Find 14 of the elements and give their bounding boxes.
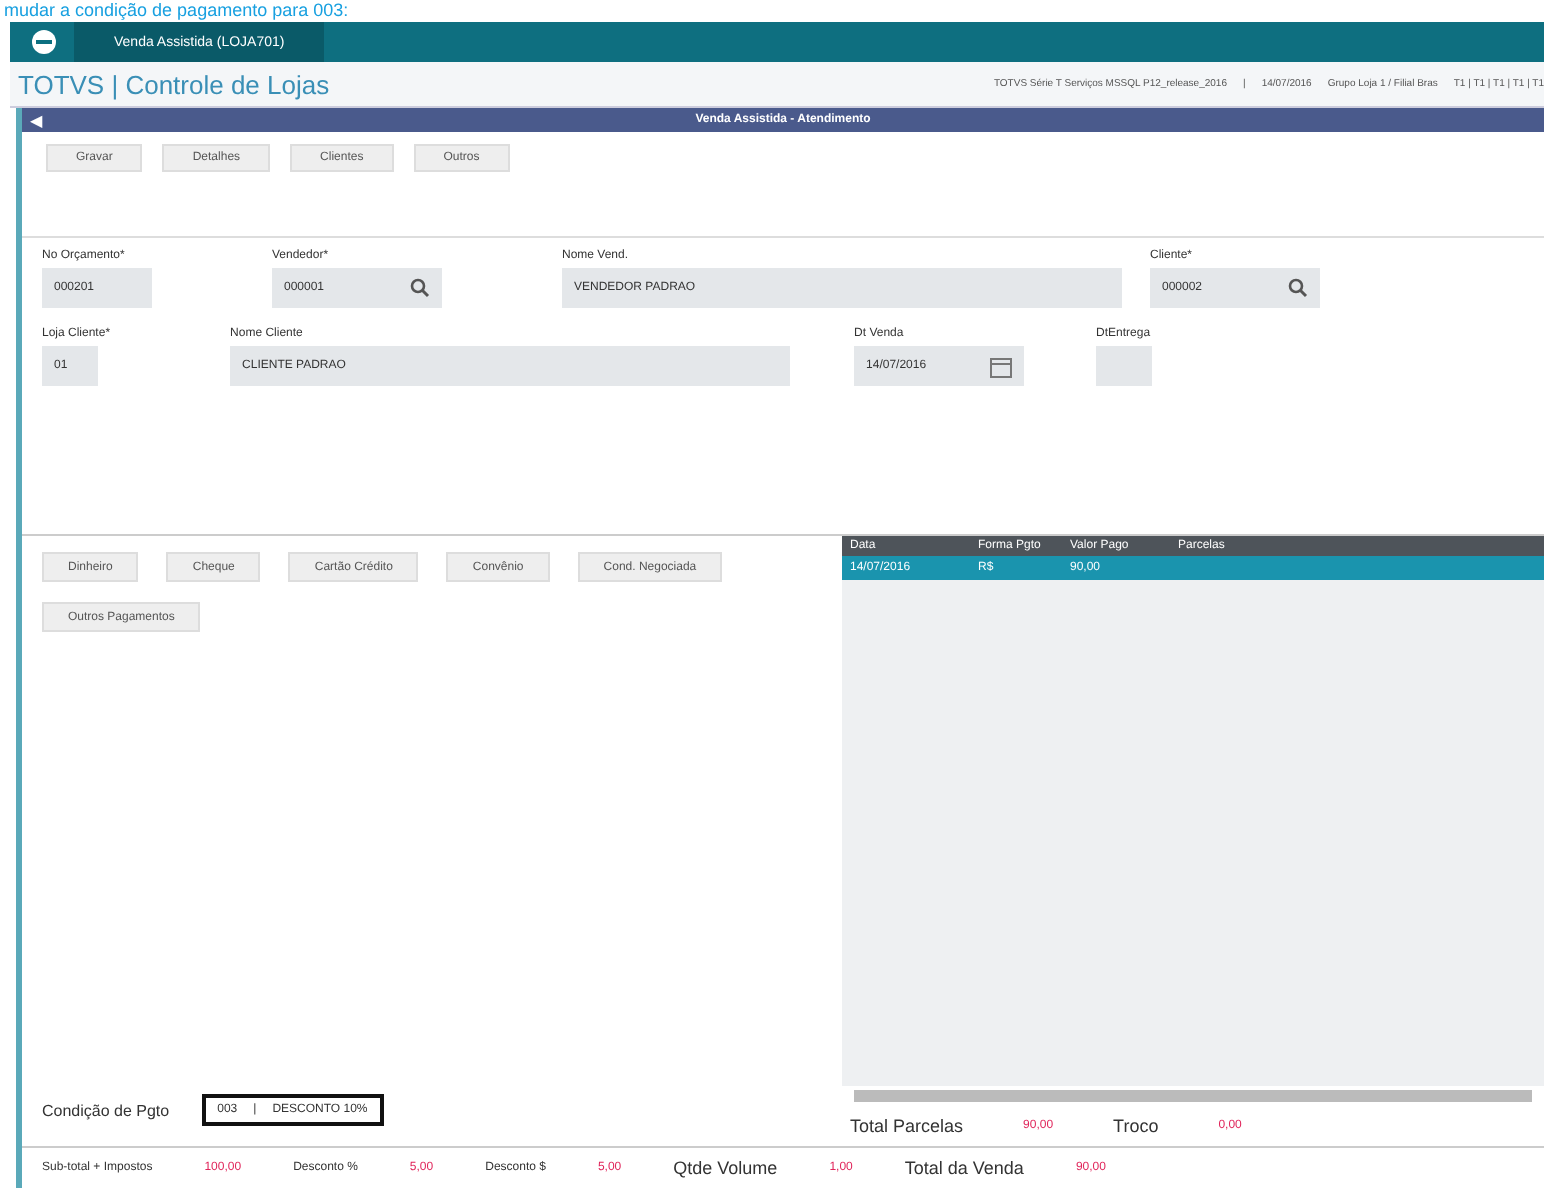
caption-text: mudar a condição de pagamento para 003: <box>2 0 349 22</box>
total-label: Qtde Volume <box>673 1158 778 1178</box>
back-button[interactable]: ◀ <box>22 111 42 129</box>
calendar-icon[interactable] <box>990 355 1013 377</box>
search-icon[interactable] <box>1288 278 1308 298</box>
total-label: Total da Venda <box>904 1158 1024 1178</box>
input-field[interactable] <box>1096 346 1153 386</box>
app-title: TOTVS | Controle de Lojas <box>16 69 330 99</box>
total-label: Total Parcelas <box>850 1116 964 1136</box>
total-label: Troco <box>1113 1116 1159 1136</box>
field-label: Condição de Pgto <box>42 1101 170 1119</box>
logo-icon <box>30 28 58 56</box>
scrollbar[interactable] <box>854 1090 1532 1102</box>
search-icon[interactable] <box>410 278 430 298</box>
